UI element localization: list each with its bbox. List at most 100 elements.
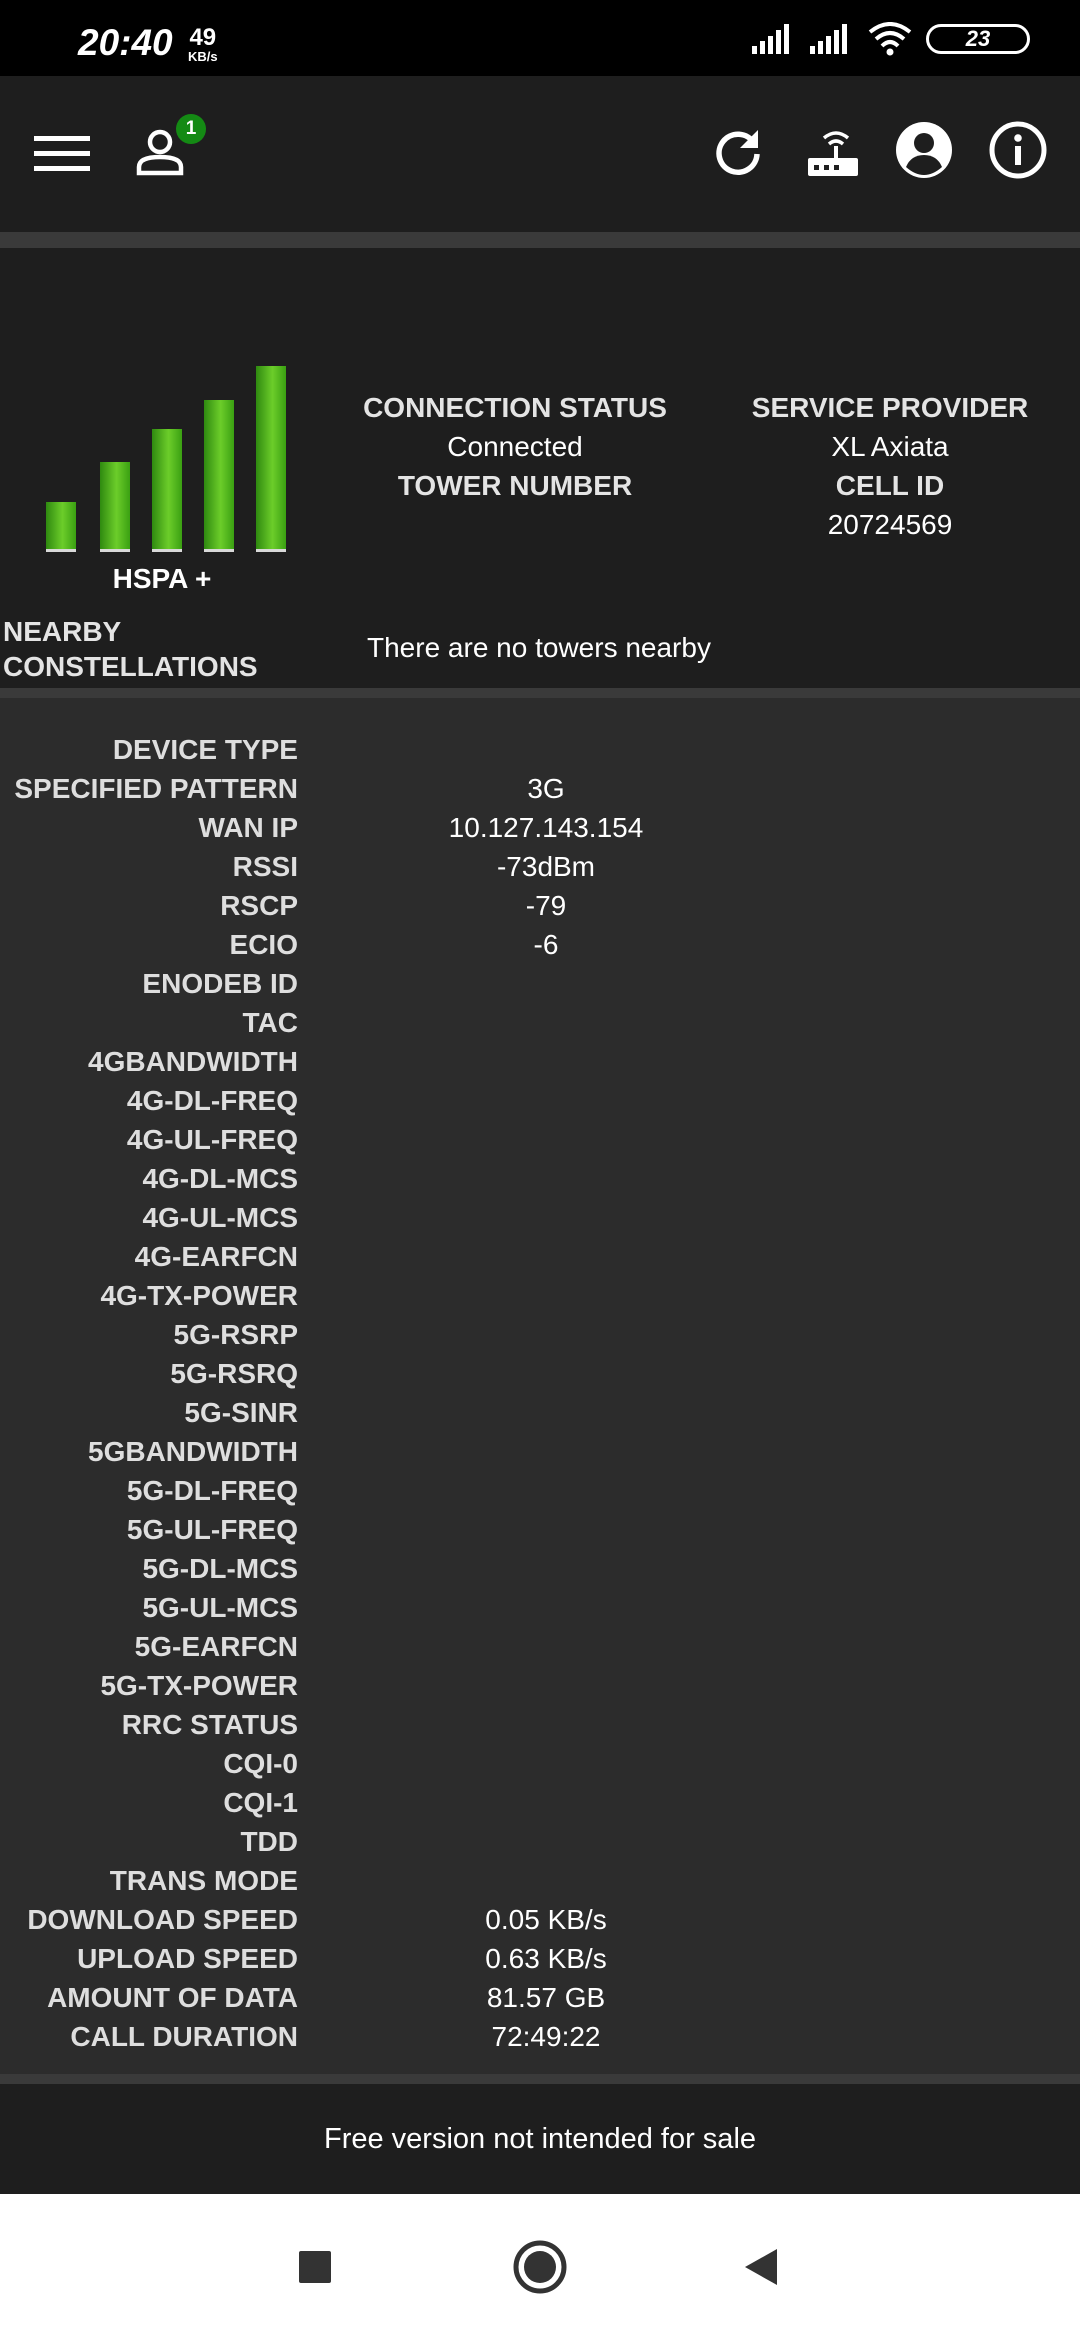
info-icon: [989, 121, 1047, 179]
details-list: DEVICE TYPE SPECIFIED PATTERN 3G WAN IP 10.1…: [0, 732, 1080, 2058]
back-icon: [745, 2249, 777, 2285]
menu-button[interactable]: [30, 122, 94, 186]
nearby-towers-text: There are no towers nearby: [367, 632, 711, 663]
detail-label: TDD: [240, 1826, 298, 1857]
detail-row: ECIO -6: [0, 927, 1080, 966]
home-button[interactable]: [505, 2232, 575, 2302]
detail-row: 4G-TX-POWER: [0, 1278, 1080, 1317]
detail-label: SPECIFIED PATTERN: [14, 773, 298, 804]
detail-row: TDD: [0, 1824, 1080, 1863]
detail-label: 5GBANDWIDTH: [88, 1436, 298, 1467]
detail-row: 5G-EARFCN: [0, 1629, 1080, 1668]
detail-row: TAC: [0, 1005, 1080, 1044]
detail-row: 5G-RSRP: [0, 1317, 1080, 1356]
detail-label: CQI-0: [223, 1748, 298, 1779]
detail-row: DOWNLOAD SPEED 0.05 KB/s: [0, 1902, 1080, 1941]
refresh-button[interactable]: [706, 120, 770, 184]
detail-label: RSCP: [220, 890, 298, 921]
detail-label: 5G-UL-MCS: [142, 1592, 298, 1623]
provider-column: SERVICE PROVIDER XL Axiata CELL ID 20724…: [730, 388, 1050, 544]
connection-column: CONNECTION STATUS Connected TOWER NUMBER: [340, 388, 690, 505]
status-time: 20:40: [78, 22, 173, 63]
app-toolbar: 1: [0, 76, 1080, 232]
signal-bar-2: [100, 462, 130, 552]
detail-row: CALL DURATION 72:49:22: [0, 2019, 1080, 2058]
detail-label: RRC STATUS: [121, 1709, 298, 1740]
detail-row: DEVICE TYPE: [0, 732, 1080, 771]
detail-row: 5G-RSRQ: [0, 1356, 1080, 1395]
detail-label: ECIO: [229, 929, 298, 960]
router-button[interactable]: [798, 118, 866, 186]
detail-row: TRANS MODE: [0, 1863, 1080, 1902]
detail-label: 5G-TX-POWER: [100, 1670, 298, 1701]
detail-label: 4G-UL-FREQ: [126, 1124, 298, 1155]
signal-bar-4: [204, 400, 234, 552]
detail-value: 3G: [527, 773, 565, 804]
detail-label: AMOUNT OF DATA: [47, 1982, 298, 2013]
nearby-constellations-label: NEARBY CONSTELLATIONS: [3, 614, 258, 684]
detail-label: CALL DURATION: [70, 2021, 298, 2052]
detail-row: WAN IP 10.127.143.154: [0, 810, 1080, 849]
status-bar: 20:40 49 KB/s 23: [0, 0, 1080, 76]
system-nav-bar: [0, 2194, 1080, 2340]
detail-label: WAN IP: [198, 812, 298, 843]
divider: [0, 688, 1080, 698]
profile-button[interactable]: [890, 116, 958, 184]
detail-value: 10.127.143.154: [448, 812, 644, 843]
cell-id-value: 20724569: [827, 509, 953, 540]
detail-value: 0.05 KB/s: [485, 1904, 607, 1935]
detail-label: DOWNLOAD SPEED: [27, 1904, 298, 1935]
network-speed: 49 KB/s: [188, 26, 218, 64]
refresh-icon: [716, 130, 760, 176]
battery-icon: 23: [926, 24, 1030, 54]
recents-icon: [299, 2251, 331, 2283]
detail-row: 5G-DL-MCS: [0, 1551, 1080, 1590]
info-button[interactable]: [984, 116, 1052, 184]
notification-badge: 1: [176, 114, 206, 144]
divider: [0, 2074, 1080, 2084]
connection-status-value: Connected: [447, 431, 583, 462]
recents-button[interactable]: [280, 2232, 350, 2302]
wifi-icon: [868, 22, 912, 56]
detail-value: -6: [533, 929, 559, 960]
service-provider-label: SERVICE PROVIDER: [751, 392, 1029, 423]
network-speed-unit: KB/s: [188, 49, 218, 64]
detail-label: DEVICE TYPE: [112, 734, 298, 765]
detail-row: 4G-DL-FREQ: [0, 1083, 1080, 1122]
signal-sim1-icon: [752, 24, 789, 54]
detail-label: TRANS MODE: [109, 1865, 298, 1896]
detail-row: 4G-UL-FREQ: [0, 1122, 1080, 1161]
detail-row: 5GBANDWIDTH: [0, 1434, 1080, 1473]
detail-label: 5G-SINR: [184, 1397, 298, 1428]
connection-status-label: CONNECTION STATUS: [363, 392, 667, 423]
detail-row: SPECIFIED PATTERN 3G: [0, 771, 1080, 810]
detail-row: RSSI -73dBm: [0, 849, 1080, 888]
detail-label: 4G-TX-POWER: [100, 1280, 298, 1311]
network-type: HSPA +: [112, 563, 212, 594]
detail-label: CQI-1: [223, 1787, 298, 1818]
detail-row: 5G-UL-FREQ: [0, 1512, 1080, 1551]
detail-label: 5G-RSRP: [173, 1319, 298, 1350]
detail-row: CQI-1: [0, 1785, 1080, 1824]
nearby-label-line1: NEARBY: [3, 616, 122, 647]
nearby-label-line2: CONSTELLATIONS: [3, 651, 258, 682]
detail-value: 0.63 KB/s: [485, 1943, 607, 1974]
detail-value: 81.57 GB: [486, 1982, 606, 2013]
status-icons: 23: [752, 22, 1030, 56]
detail-row: 4G-UL-MCS: [0, 1200, 1080, 1239]
detail-label: 4G-UL-MCS: [142, 1202, 298, 1233]
service-provider-value: XL Axiata: [831, 431, 949, 462]
detail-row: AMOUNT OF DATA 81.57 GB: [0, 1980, 1080, 2019]
signal-bar-5: [256, 366, 286, 552]
detail-row: 5G-TX-POWER: [0, 1668, 1080, 1707]
detail-value: 72:49:22: [491, 2021, 601, 2052]
footer-text: Free version not intended for sale: [323, 2122, 757, 2155]
detail-label: UPLOAD SPEED: [77, 1943, 298, 1974]
detail-label: 4G-DL-FREQ: [126, 1085, 298, 1116]
detail-row: RRC STATUS: [0, 1707, 1080, 1746]
signal-strength-bars: [46, 366, 286, 552]
cell-id-label: CELL ID: [835, 470, 945, 501]
back-button[interactable]: [726, 2232, 796, 2302]
detail-row: CQI-0: [0, 1746, 1080, 1785]
menu-icon: [34, 136, 90, 171]
